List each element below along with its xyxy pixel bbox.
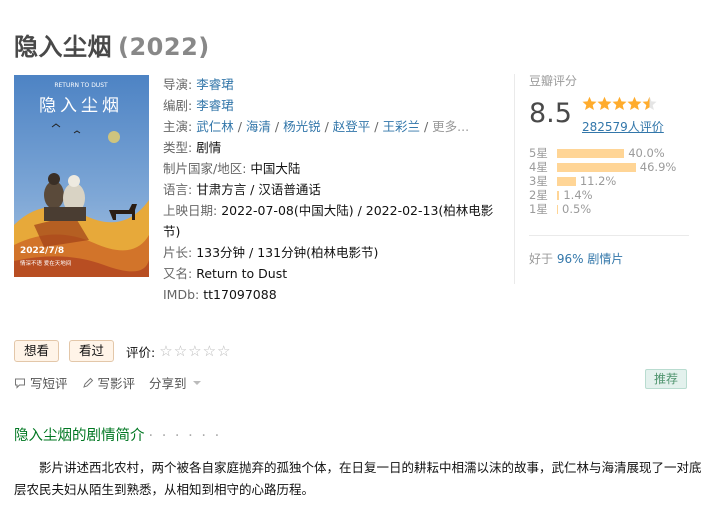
synopsis-title: 隐入尘烟的剧情简介 · · · · · · (14, 428, 222, 444)
poster-top-text: RETURN TO DUST (54, 82, 108, 89)
write-short-review-link[interactable]: 写短评 (14, 373, 68, 392)
cast-link[interactable]: 海清 (246, 119, 271, 134)
rating-label: 豆瓣评分 (529, 74, 578, 88)
runtime-row: 片长: 133分钟 / 131分钟(柏林电影节) (163, 245, 379, 260)
action-bar: 想看 看过 评价: ☆☆☆☆☆ (14, 340, 232, 362)
movie-title: 隐入尘烟 (14, 33, 112, 61)
rating-row: 2星 1.4% (529, 188, 593, 202)
release-row: 上映日期: 2022-07-08(中国大陆) / 2022-02-13(柏林电影… (163, 203, 494, 239)
movie-poster[interactable]: RETURN TO DUST 隐入尘烟 2022/7/8 情深不语 爱在天地间 (14, 75, 149, 277)
director-row: 导演: 李睿珺 (163, 77, 234, 92)
better-than: 好于 96% 剧情片 (529, 252, 624, 266)
divider (514, 74, 515, 284)
better-than-link[interactable]: 96% 剧情片 (557, 252, 624, 266)
write-review-link[interactable]: 写影评 (82, 373, 135, 392)
aka-row: 又名: Return to Dust (163, 266, 288, 281)
rating-score: 8.5 (529, 98, 572, 129)
watched-button[interactable]: 看过 (69, 340, 115, 362)
pencil-icon (82, 377, 93, 388)
rate-label: 评价: (126, 344, 156, 360)
cast-link[interactable]: 赵登平 (333, 119, 371, 134)
language-row: 语言: 甘肃方言 / 汉语普通话 (163, 182, 321, 197)
rate-stars-input[interactable]: ☆☆☆☆☆ (159, 342, 231, 360)
recommend-button[interactable]: 推荐 (645, 369, 688, 389)
cast-link[interactable]: 杨光锐 (283, 119, 321, 134)
cast-link[interactable]: 武仁林 (196, 119, 234, 134)
rating-pct: 0.5% (562, 202, 592, 216)
poster-title: 隐入尘烟 (39, 96, 123, 116)
action-links: 写短评 写影评 分享到 (14, 373, 220, 392)
cast-row: 主演: 武仁林 / 海清 / 杨光锐 / 赵登平 / 王彩兰 / 更多... (163, 119, 470, 134)
writer-row: 编剧: 李睿珺 (163, 98, 234, 113)
cast-link[interactable]: 王彩兰 (382, 119, 420, 134)
rating-row: 4星 46.9% (529, 160, 677, 174)
director-link[interactable]: 李睿珺 (196, 77, 234, 92)
share-dropdown[interactable]: 分享到 (149, 373, 206, 392)
movie-year: (2022) (118, 33, 210, 61)
imdb-row: IMDb: tt17097088 (163, 287, 277, 302)
rating-count-link[interactable]: 282579人评价 (582, 118, 664, 135)
rating-bar (557, 163, 636, 172)
rating-bar (557, 177, 576, 186)
rating-row: 3星 11.2% (529, 174, 617, 188)
comment-icon (15, 378, 25, 389)
synopsis-text: 影片讲述西北农村，两个被各自家庭抛弃的孤独个体，在日复一日的耕耘中相濡以沫的故事… (14, 460, 702, 497)
rating-bar (557, 191, 560, 200)
rating-pct: 46.9% (639, 160, 677, 174)
writer-link[interactable]: 李睿珺 (196, 98, 234, 113)
rating-bar (557, 149, 625, 158)
want-to-watch-button[interactable]: 想看 (14, 340, 60, 362)
star-icon (582, 96, 657, 110)
poster-tagline: 情深不语 爱在天地间 (20, 259, 71, 267)
rating-panel: 豆瓣评分 8.5 282579人评价 5星 40.0% 4星 46.9% 3星 11.… (529, 72, 699, 216)
divider (529, 235, 689, 236)
rating-pct: 40.0% (628, 146, 665, 160)
rating-pct: 11.2% (579, 174, 617, 188)
rating-row: 1星 0.5% (529, 202, 592, 216)
rating-breakdown: 5星 40.0% 4星 46.9% 3星 11.2% 2星 1.4% 1星 0.5% (529, 146, 699, 216)
poster-date: 2022/7/8 (20, 246, 64, 256)
rating-stars (582, 96, 658, 115)
country-row: 制片国家/地区: 中国大陆 (163, 161, 301, 176)
genre-row: 类型: 剧情 (163, 140, 222, 155)
page-title: 隐入尘烟 (2022) (14, 27, 210, 62)
rating-bar (557, 205, 558, 214)
caret-down-icon (192, 380, 201, 385)
rating-row: 5星 40.0% (529, 146, 665, 160)
rating-pct: 1.4% (563, 188, 593, 202)
movie-info: 导演: 李睿珺 编剧: 李睿珺 主演: 武仁林 / 海清 / 杨光锐 / 赵登平… (163, 74, 503, 305)
cast-more-link[interactable]: 更多... (432, 119, 469, 134)
